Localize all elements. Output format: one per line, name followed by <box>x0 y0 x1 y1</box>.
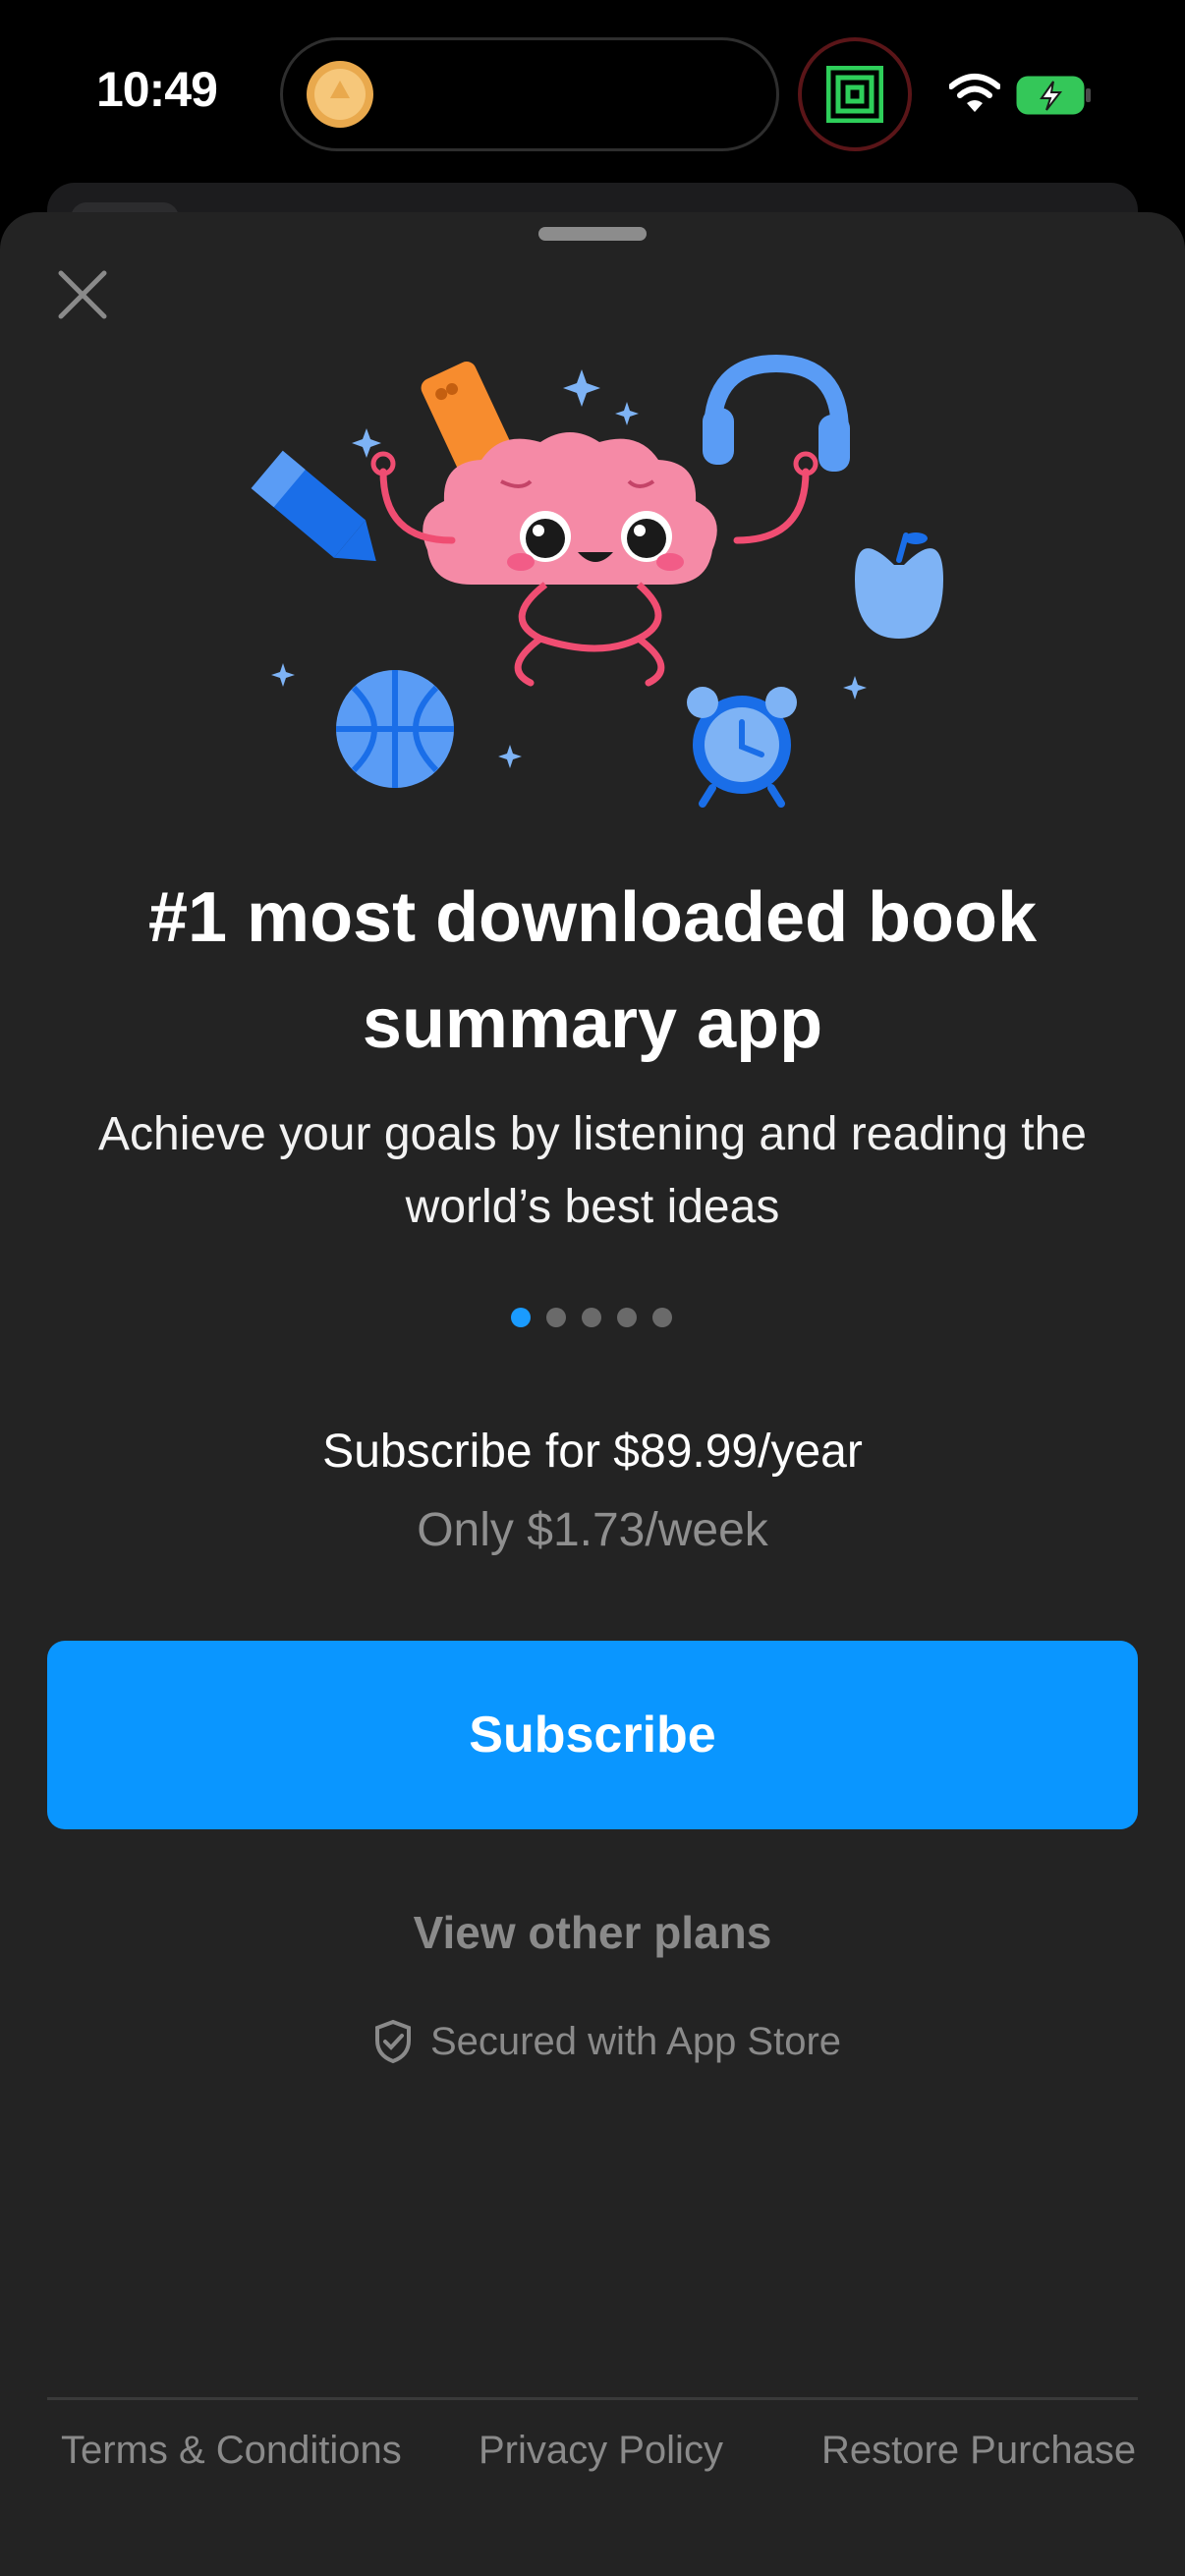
close-icon[interactable] <box>53 265 112 324</box>
page-indicator[interactable] <box>511 1306 674 1329</box>
battery-charging-icon <box>1016 76 1091 115</box>
page-dot[interactable] <box>617 1308 637 1327</box>
page-dot[interactable] <box>652 1308 672 1327</box>
sheet-grabber[interactable] <box>538 227 647 241</box>
headphones-icon <box>703 354 850 472</box>
coin-icon <box>307 61 373 128</box>
app-maze-icon <box>798 37 912 151</box>
secured-notice: Secured with App Store <box>373 2016 841 2067</box>
secured-label: Secured with App Store <box>430 2019 842 2063</box>
terms-link[interactable]: Terms & Conditions <box>61 2429 402 2473</box>
wifi-icon <box>949 74 1000 112</box>
pencil-icon <box>251 450 376 562</box>
basketball-icon <box>336 670 454 788</box>
view-other-plans-link[interactable]: View other plans <box>59 1906 1126 1959</box>
brain-mascot-illustration <box>251 354 943 808</box>
subtitle: Achieve your goals by listening and read… <box>98 1108 1087 1233</box>
brain-mascot <box>370 432 818 687</box>
page-dot[interactable] <box>582 1308 601 1327</box>
price-line: Subscribe for $89.99/year <box>322 1426 863 1478</box>
per-week-price: Only $1.73/week <box>417 1504 768 1556</box>
headline: #1 most downloaded book summary app <box>147 878 1038 1063</box>
status-time: 10:49 <box>96 62 218 117</box>
shield-check-icon <box>375 2019 411 2064</box>
page-dot-active[interactable] <box>511 1308 531 1327</box>
privacy-link[interactable]: Privacy Policy <box>479 2429 723 2473</box>
subscribe-button[interactable]: Subscribe <box>47 1641 1138 1829</box>
alarm-clock-icon <box>687 687 797 808</box>
footer-divider <box>47 2397 1138 2400</box>
apple-icon <box>855 532 943 639</box>
page-dot[interactable] <box>546 1308 566 1327</box>
restore-purchase-link[interactable]: Restore Purchase <box>821 2429 1136 2473</box>
